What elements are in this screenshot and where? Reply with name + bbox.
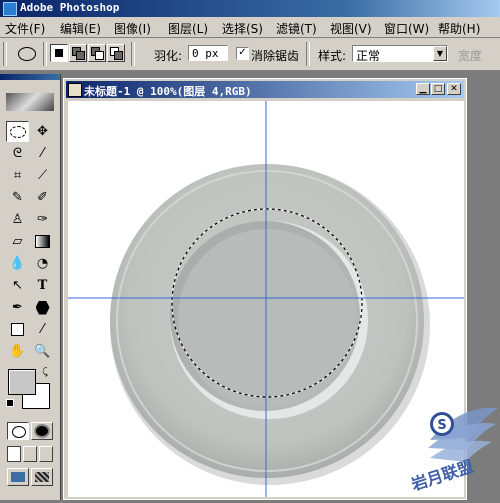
color-swatches: ⤹	[6, 367, 56, 413]
menu-file[interactable]: 文件(F)	[5, 20, 45, 37]
imageready-icon[interactable]	[31, 468, 53, 486]
eraser-tool[interactable]: ▱	[6, 231, 29, 252]
lasso-tool[interactable]: ᘓ	[6, 143, 29, 164]
options-grip	[3, 42, 7, 66]
toolbox-title-bar	[0, 74, 60, 80]
standard-screen-mode-icon[interactable]	[7, 446, 21, 462]
menu-filter[interactable]: 滤镜(T)	[276, 20, 317, 37]
feather-label: 羽化:	[154, 49, 183, 63]
default-colors-icon[interactable]	[6, 399, 14, 407]
eyedropper-tool[interactable]: ⁄	[31, 319, 54, 340]
notes-tool[interactable]	[6, 319, 29, 340]
new-selection-icon	[55, 49, 63, 57]
clone-stamp-tool[interactable]: ♙	[6, 209, 29, 230]
move-tool[interactable]: ✥	[31, 121, 54, 142]
options-bar: 羽化: 0 px ✓ 消除锯齿 样式: 正常 ▼ 宽度	[0, 38, 500, 71]
foreground-color-swatch[interactable]	[8, 369, 36, 395]
type-tool[interactable]: T	[31, 275, 54, 296]
add-to-selection-button[interactable]	[69, 44, 87, 62]
menu-select[interactable]: 选择(S)	[222, 20, 263, 37]
zoom-tool[interactable]: 🔍	[31, 341, 54, 362]
brush-tool[interactable]: ✐	[31, 187, 54, 208]
intersect-selection-button[interactable]	[107, 44, 125, 62]
menu-edit[interactable]: 编辑(E)	[60, 20, 101, 37]
minimize-button[interactable]: ▁	[416, 83, 430, 95]
menu-window[interactable]: 窗口(W)	[384, 20, 429, 37]
history-brush-tool[interactable]: ✑	[31, 209, 54, 230]
full-screen-menu-mode-icon[interactable]	[23, 446, 37, 462]
divider	[306, 42, 310, 66]
full-screen-mode-icon[interactable]	[39, 446, 53, 462]
svg-text:S: S	[437, 418, 446, 433]
custom-shape-tool[interactable]	[31, 297, 54, 318]
divider	[43, 42, 47, 66]
healing-brush-tool[interactable]: ✎	[6, 187, 29, 208]
menu-help[interactable]: 帮助(H)	[438, 20, 480, 37]
divider	[131, 42, 135, 66]
menu-image[interactable]: 图像(I)	[114, 20, 151, 37]
gradient-tool[interactable]	[31, 231, 54, 252]
watermark-logo: S 岩月联盟	[400, 400, 500, 500]
pen-tool[interactable]: ✒	[6, 297, 29, 318]
blur-tool[interactable]: 💧	[6, 253, 29, 274]
slice-tool[interactable]: ⟋	[31, 165, 54, 186]
style-label: 样式:	[318, 49, 347, 63]
new-selection-button[interactable]	[50, 44, 68, 62]
elliptical-marquee-tool[interactable]	[6, 121, 29, 142]
style-select-value: 正常	[356, 49, 381, 63]
quick-mask-mode-button[interactable]	[31, 422, 53, 440]
menu-layer[interactable]: 图层(L)	[168, 20, 208, 37]
app-title: Adobe Photoshop	[20, 1, 120, 14]
standard-mode-button[interactable]	[7, 422, 29, 440]
swap-colors-icon[interactable]: ⤹	[42, 367, 48, 378]
maximize-button[interactable]: □	[431, 83, 445, 95]
toolbox: ✥ ᘓ ⁄ ⌗ ⟋ ✎ ✐ ♙ ✑ ▱ 💧 ◔ ↖ T ✒ ⁄ ✋ 🔍 ⤹	[0, 74, 61, 500]
adobe-online-logo[interactable]	[6, 93, 54, 111]
elliptical-marquee-preset-icon[interactable]	[18, 47, 36, 61]
feather-input[interactable]: 0 px	[188, 45, 228, 61]
style-select[interactable]: 正常 ▼	[352, 45, 448, 63]
antialias-label: 消除锯齿	[251, 49, 300, 63]
close-button[interactable]: ✕	[447, 83, 461, 95]
magic-wand-tool[interactable]: ⁄	[31, 143, 54, 164]
crop-tool[interactable]: ⌗	[6, 165, 29, 186]
subtract-from-selection-button[interactable]	[88, 44, 106, 62]
chevron-down-icon[interactable]: ▼	[433, 46, 447, 61]
dodge-tool[interactable]: ◔	[31, 253, 54, 274]
path-selection-tool[interactable]: ↖	[6, 275, 29, 296]
document-title: 未标题-1 @ 100%(图层 4,RGB)	[84, 85, 252, 98]
plate-center	[178, 229, 356, 407]
antialias-checkbox[interactable]: ✓	[236, 47, 249, 60]
width-label: 宽度	[458, 49, 483, 63]
photoshop-app-icon	[3, 2, 17, 16]
menu-bar: 文件(F) 编辑(E) 图像(I) 图层(L) 选择(S) 滤镜(T) 视图(V…	[0, 17, 500, 38]
document-title-bar[interactable]: 未标题-1 @ 100%(图层 4,RGB) ▁ □ ✕	[66, 81, 464, 98]
hand-tool[interactable]: ✋	[6, 341, 29, 362]
jump-to-imageready-icon[interactable]	[7, 468, 29, 486]
document-icon	[68, 83, 82, 97]
menu-view[interactable]: 视图(V)	[330, 20, 372, 37]
app-title-bar: Adobe Photoshop	[0, 0, 500, 17]
